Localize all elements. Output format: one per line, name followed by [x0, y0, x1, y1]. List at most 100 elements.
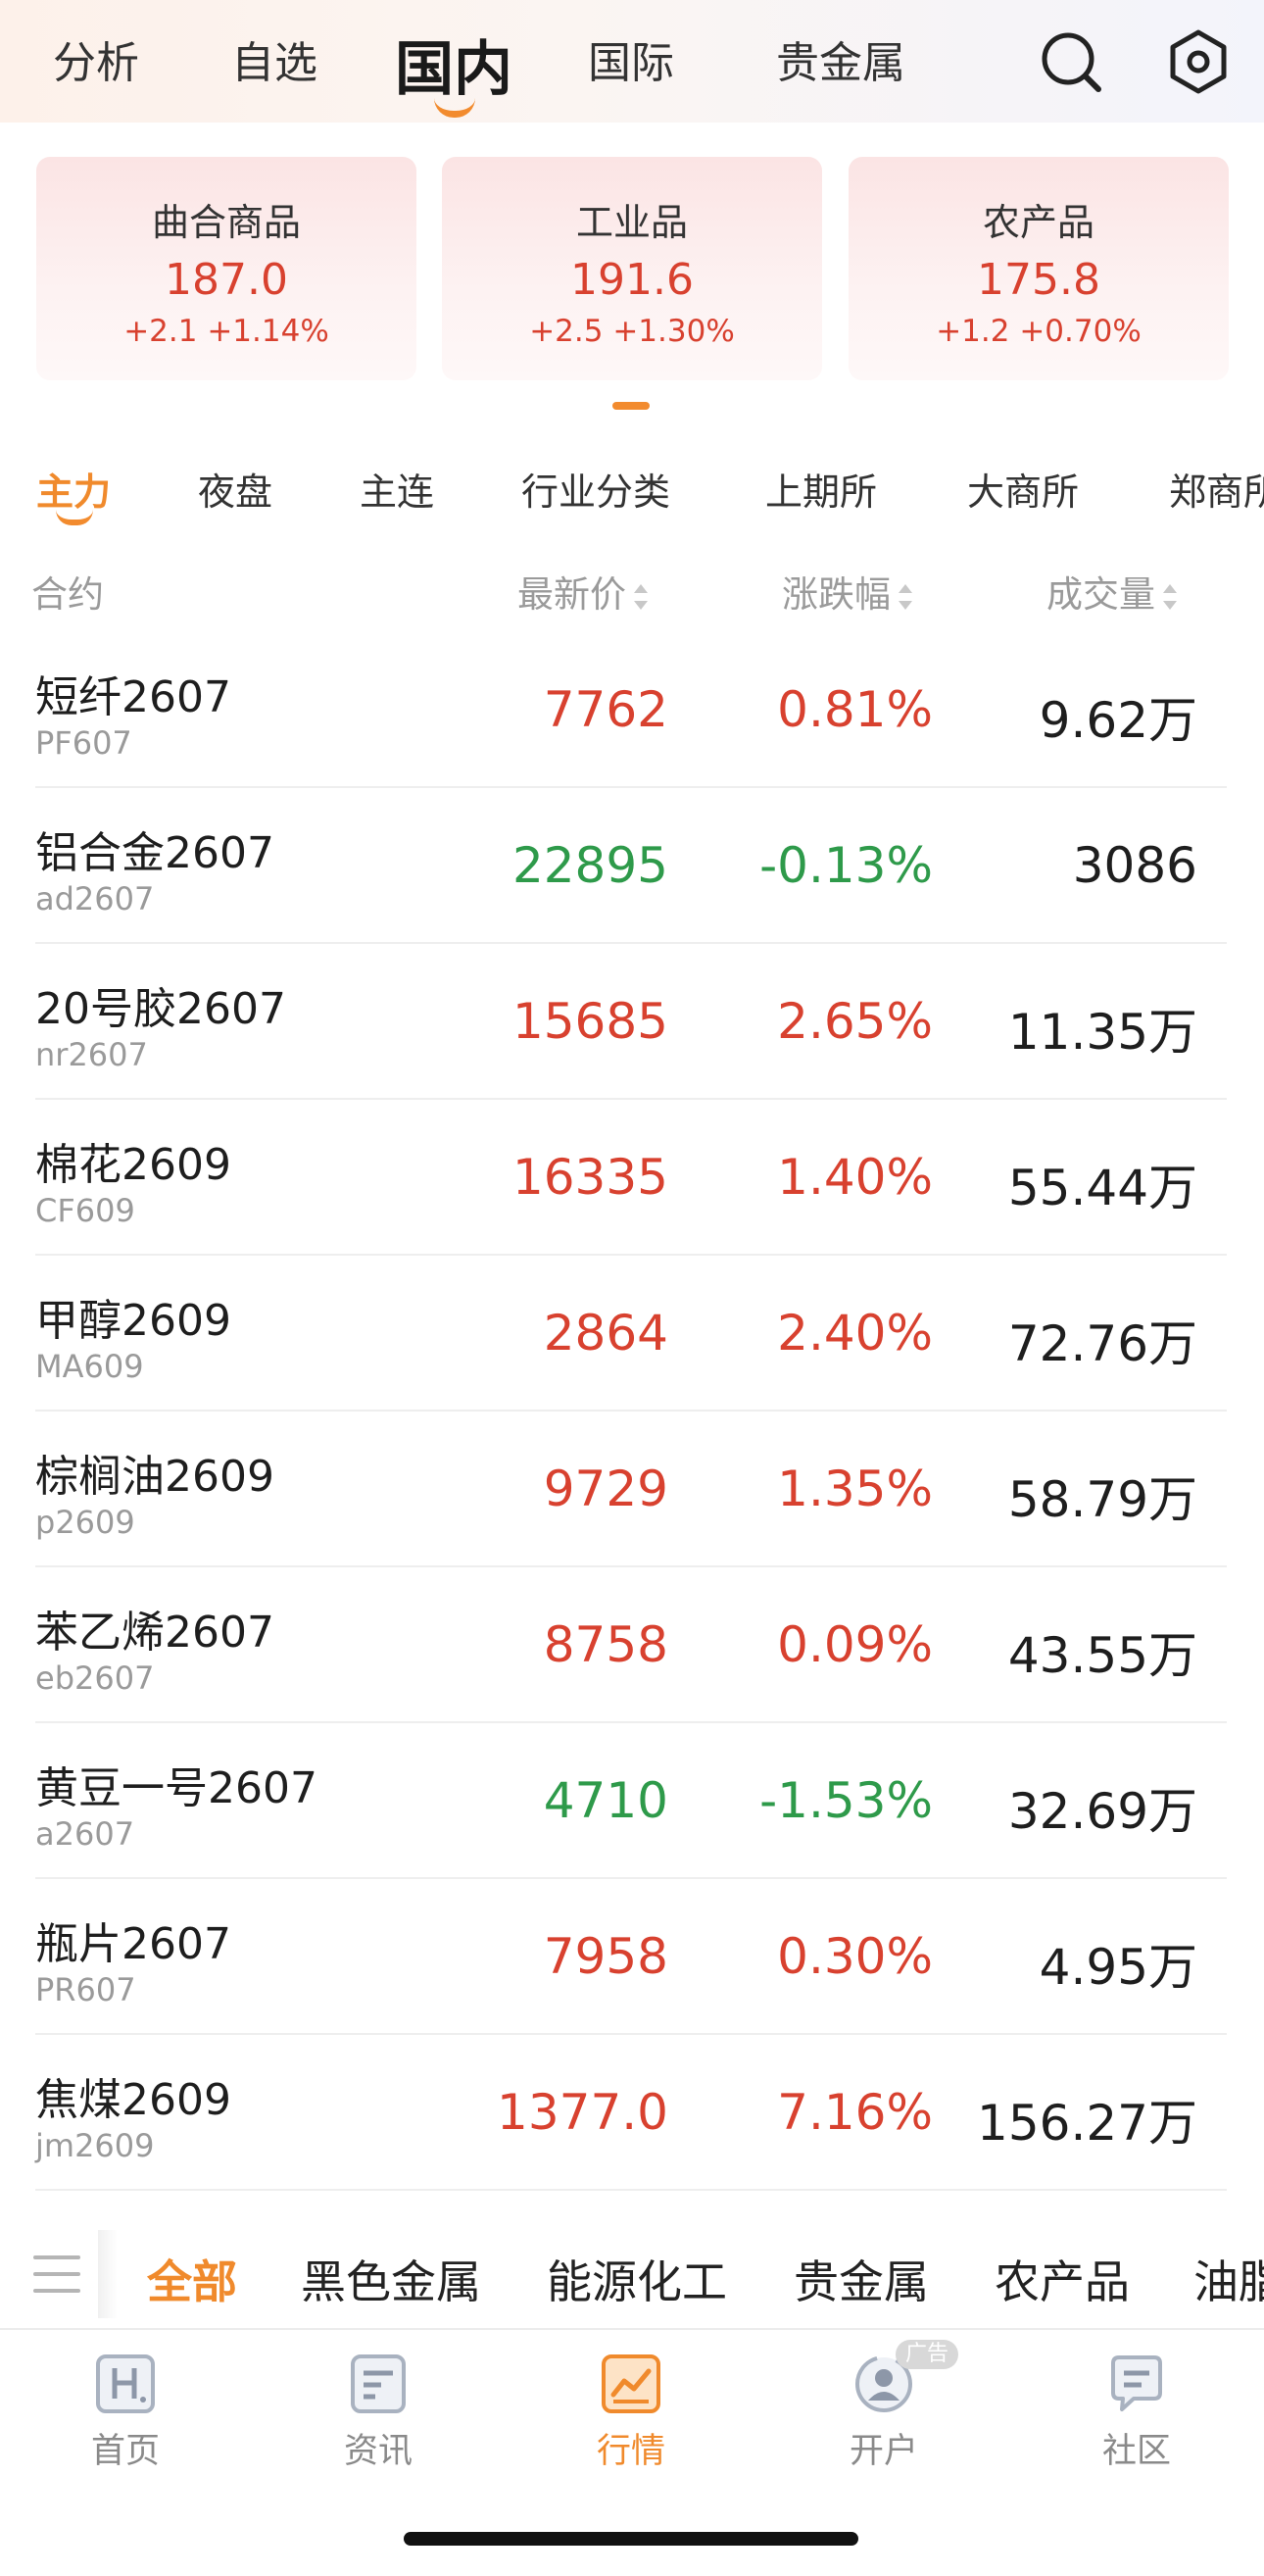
contract-code: PF607 [35, 724, 132, 762]
tab-night-session[interactable]: 夜盘 [198, 462, 272, 516]
index-card-agricultural[interactable]: 农产品 175.8 +1.2 +0.70% [849, 157, 1229, 380]
index-card-change: +2.1 +1.14% [123, 314, 329, 349]
sort-icon [632, 580, 650, 614]
index-card-name: 农产品 [982, 201, 1094, 244]
volume: 156.27万 [977, 2095, 1197, 2152]
contract-name: 20号胶2607 [35, 984, 286, 1034]
volume: 3086 [1072, 837, 1197, 894]
nav-community-label: 社区 [1101, 2432, 1171, 2471]
news-icon [351, 2354, 406, 2413]
volume: 58.79万 [1007, 1471, 1197, 1528]
index-card-value: 187.0 [165, 255, 288, 305]
tab-main-contract[interactable]: 主力 [36, 462, 111, 516]
contract-name: 瓶片2607 [35, 1919, 231, 1969]
tab-continuous[interactable]: 主连 [360, 462, 434, 516]
community-chat-icon [1111, 2355, 1162, 2411]
latest-price: 2864 [543, 1305, 668, 1362]
table-row[interactable]: 苯乙烯2607 eb2607 8758 0.09% 43.55万 [0, 1567, 1264, 1723]
index-card-value: 191.6 [570, 255, 694, 305]
contract-code: a2607 [35, 1815, 135, 1853]
market-chart-icon [602, 2354, 660, 2413]
sector-oils[interactable]: 油脂 [1193, 2247, 1264, 2311]
table-header: 合约 最新价 涨跌幅 成交量 [0, 559, 1264, 618]
contract-name: 甲醇2609 [35, 1296, 231, 1346]
nav-news[interactable]: 资讯 [280, 2330, 476, 2477]
tab-czce[interactable]: 郑商所 [1169, 462, 1264, 516]
contract-name: 苯乙烯2607 [35, 1608, 274, 1658]
index-cards: 曲合商品 187.0 +2.1 +1.14% 工业品 191.6 +2.5 +1… [0, 157, 1264, 382]
ad-badge: 广告 [896, 2340, 959, 2369]
nav-home[interactable]: 首页 [27, 2330, 223, 2477]
latest-price: 4710 [543, 1772, 668, 1829]
nav-open-account[interactable]: 广告 开户 [786, 2330, 982, 2477]
header-change-label: 涨跌幅 [782, 573, 891, 616]
contract-name: 棉花2609 [35, 1140, 231, 1190]
scroll-shadow [98, 2230, 118, 2318]
nav-news-label: 资讯 [343, 2432, 413, 2471]
contract-code: MA609 [35, 1348, 144, 1385]
sector-precious-metals[interactable]: 贵金属 [794, 2247, 929, 2311]
header-price-label: 最新价 [517, 573, 626, 616]
table-row[interactable]: 铝合金2607 ad2607 22895 -0.13% 3086 [0, 788, 1264, 944]
change-percent: 1.35% [777, 1461, 933, 1517]
change-percent: 2.65% [777, 993, 933, 1050]
volume: 32.69万 [1007, 1783, 1197, 1840]
index-card-change: +1.2 +0.70% [936, 314, 1142, 349]
sector-ferrous-metals[interactable]: 黑色金属 [301, 2247, 481, 2311]
table-row[interactable]: 20号胶2607 nr2607 15685 2.65% 11.35万 [0, 944, 1264, 1100]
contract-name: 短纤2607 [35, 672, 231, 722]
category-tabs: 主力 夜盘 主连 行业分类 上期所 大商所 郑商所 [0, 456, 1264, 524]
settings-hex-icon[interactable] [1164, 27, 1233, 96]
header-contract: 合约 [31, 573, 104, 616]
table-row[interactable]: 甲醇2609 MA609 2864 2.40% 72.76万 [0, 1256, 1264, 1412]
carousel-page-indicator [612, 402, 650, 410]
change-percent: 7.16% [777, 2084, 933, 2141]
tab-domestic[interactable]: 国内 [395, 22, 512, 107]
search-icon[interactable] [1037, 27, 1105, 96]
index-card-change: +2.5 +1.30% [529, 314, 735, 349]
header-volume[interactable]: 成交量 [1046, 565, 1179, 618]
tab-international[interactable]: 国际 [588, 27, 674, 90]
contract-name: 焦煤2609 [35, 2075, 231, 2125]
tab-analysis[interactable]: 分析 [53, 27, 139, 90]
latest-price: 8758 [543, 1616, 668, 1673]
contract-code: eb2607 [35, 1660, 155, 1697]
active-tab-indicator [434, 98, 475, 118]
index-card-industrial[interactable]: 工业品 191.6 +2.5 +1.30% [442, 157, 822, 380]
sector-all[interactable]: 全部 [147, 2247, 237, 2311]
menu-lines-icon[interactable] [33, 2252, 80, 2297]
header-price[interactable]: 最新价 [517, 565, 650, 618]
volume: 55.44万 [1007, 1160, 1197, 1216]
home-indicator [404, 2532, 858, 2546]
contract-code: jm2609 [35, 2127, 155, 2164]
tab-precious-metals[interactable]: 贵金属 [776, 27, 905, 90]
table-row[interactable]: 焦煤2609 jm2609 1377.0 7.16% 156.27万 [0, 2035, 1264, 2191]
change-percent: 0.09% [777, 1616, 933, 1673]
latest-price: 7958 [543, 1928, 668, 1985]
sector-energy-chemicals[interactable]: 能源化工 [547, 2247, 727, 2311]
nav-market-label: 行情 [596, 2432, 665, 2471]
contract-code: ad2607 [35, 880, 155, 917]
table-row[interactable]: 瓶片2607 PR607 7958 0.30% 4.95万 [0, 1879, 1264, 2035]
home-h-icon [96, 2354, 155, 2413]
volume: 72.76万 [1007, 1315, 1197, 1372]
table-row[interactable]: 棕榈油2609 p2609 9729 1.35% 58.79万 [0, 1412, 1264, 1567]
contract-code: nr2607 [35, 1036, 148, 1073]
tab-industry-category[interactable]: 行业分类 [521, 462, 670, 516]
contract-name: 铝合金2607 [35, 828, 274, 878]
index-card-composite[interactable]: 曲合商品 187.0 +2.1 +1.14% [36, 157, 416, 380]
index-card-name: 曲合商品 [151, 201, 301, 244]
latest-price: 22895 [511, 837, 668, 894]
table-row[interactable]: 黄豆一号2607 a2607 4710 -1.53% 32.69万 [0, 1723, 1264, 1879]
sector-agricultural[interactable]: 农产品 [995, 2247, 1130, 2311]
nav-market[interactable]: 行情 [533, 2330, 729, 2477]
table-row[interactable]: 短纤2607 PF607 7762 0.81% 9.62万 [0, 632, 1264, 788]
row-divider [35, 2189, 1227, 2191]
tab-watchlist[interactable]: 自选 [231, 27, 317, 90]
tab-dce[interactable]: 大商所 [967, 462, 1079, 516]
header-change-pct[interactable]: 涨跌幅 [782, 565, 914, 618]
change-percent: -0.13% [759, 837, 933, 894]
nav-community[interactable]: 社区 [1039, 2330, 1235, 2477]
tab-shfe[interactable]: 上期所 [765, 462, 877, 516]
table-row[interactable]: 棉花2609 CF609 16335 1.40% 55.44万 [0, 1100, 1264, 1256]
